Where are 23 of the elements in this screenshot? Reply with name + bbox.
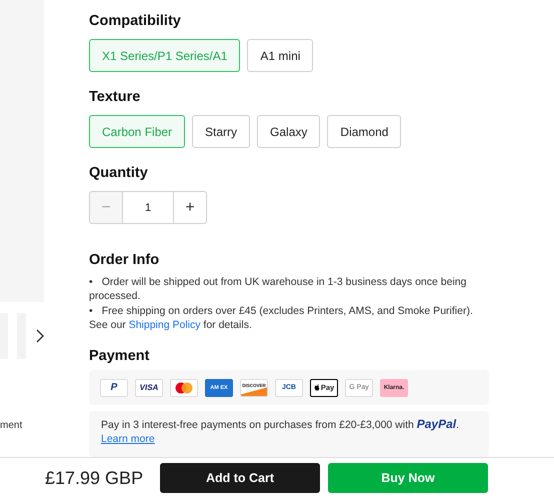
- increase-button[interactable]: +: [173, 191, 207, 224]
- order-info-item: • Free shipping on orders over £45 (excludes Printers, AMS, and Smoke Purifier).: [89, 304, 474, 318]
- side-text: ment: [0, 420, 22, 431]
- price: £17.99 GBP: [45, 468, 144, 488]
- option-button[interactable]: A1 mini: [247, 39, 314, 72]
- mastercard-payment-icon: [170, 378, 198, 397]
- section-heading: Quantity: [89, 164, 149, 182]
- order-info-item: • Order will be shipped out from UK warehouse in 1-3 business days once being processed.: [89, 275, 468, 304]
- option-button[interactable]: Diamond: [327, 115, 402, 148]
- shipping-note: See our Shipping Policy for details.: [89, 318, 253, 332]
- option-button[interactable]: Galaxy: [257, 115, 320, 148]
- learn-more-link[interactable]: Learn more: [101, 433, 155, 446]
- visa-payment-icon: VISA: [135, 378, 163, 397]
- section-heading: Compatibility: [89, 12, 182, 30]
- section-heading: Payment: [89, 347, 150, 366]
- quantity-field[interactable]: 1: [123, 191, 173, 224]
- option-button[interactable]: Starry: [192, 115, 250, 148]
- shipping-policy-link[interactable]: Shipping Policy: [128, 318, 200, 331]
- add-to-cart-button[interactable]: Add to Cart: [160, 463, 320, 493]
- pay-later-text: Pay in 3 interest-free payments on purchases from £20-£3,000 with PayPal.: [101, 417, 460, 432]
- paypal-payment-icon: P: [100, 378, 128, 397]
- section-heading: Texture: [89, 88, 142, 106]
- section-heading: Order Info: [89, 251, 160, 269]
